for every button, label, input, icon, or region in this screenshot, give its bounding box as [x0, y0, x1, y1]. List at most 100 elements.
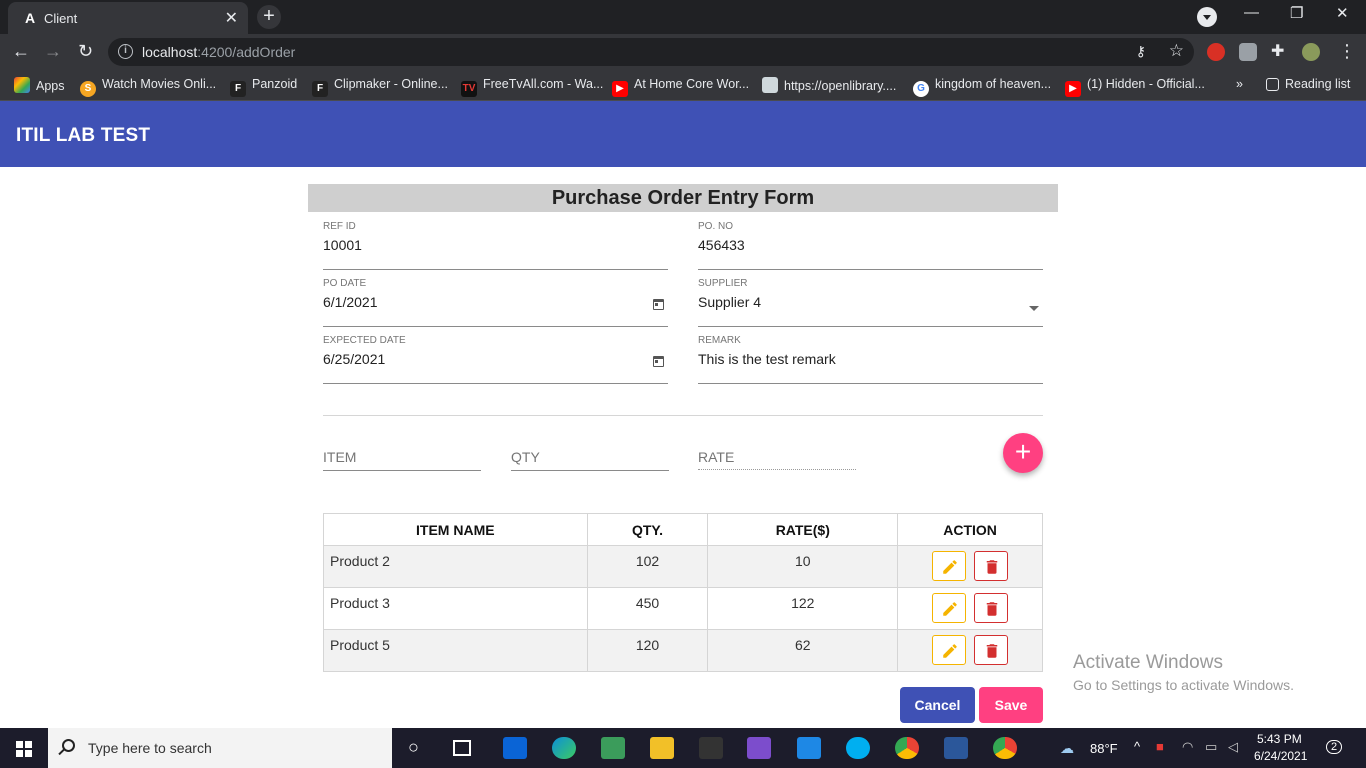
url-input[interactable]: i localhost:4200/addOrder ⚷ ☆	[108, 38, 1194, 66]
edit-button[interactable]	[932, 593, 967, 623]
bookmark-freetvall[interactable]: TV FreeTvAll.com - Wa...	[461, 77, 603, 97]
save-button[interactable]: Save	[979, 687, 1043, 723]
password-key-icon[interactable]: ⚷	[1136, 43, 1146, 60]
po-no-value[interactable]: 456433	[698, 237, 1043, 257]
weather-temperature[interactable]: 88°F	[1090, 741, 1118, 756]
close-tab-icon[interactable]: ✕	[225, 8, 238, 28]
notification-center-icon[interactable]: 2	[1326, 740, 1343, 754]
tray-app-icon[interactable]: ■	[1156, 739, 1164, 754]
supplier-value[interactable]: Supplier 4	[698, 294, 1043, 314]
profile-avatar[interactable]	[1302, 43, 1320, 61]
freetvall-icon: TV	[461, 81, 477, 97]
clock-time[interactable]: 5:43 PM	[1257, 732, 1302, 746]
windows-taskbar: Type here to search ○ ☁ 88°F ^ ■ ◠ ▭ ◁ 5…	[0, 728, 1366, 768]
visual-studio-icon[interactable]	[747, 737, 771, 759]
cortana-icon[interactable]: ○	[408, 737, 419, 758]
ref-id-value[interactable]: 10001	[323, 237, 668, 257]
minimize-icon[interactable]: —	[1244, 4, 1259, 21]
delete-button[interactable]	[974, 635, 1009, 665]
weather-icon[interactable]: ☁	[1060, 740, 1074, 757]
qty-input[interactable]: QTY	[511, 449, 669, 471]
bookmark-star-icon[interactable]: ☆	[1169, 41, 1184, 61]
bookmark-at-home-core[interactable]: ▶ At Home Core Wor...	[612, 77, 749, 97]
expected-date-field[interactable]: EXPECTED DATE 6/25/2021	[323, 335, 668, 384]
tab-title: Client	[44, 11, 78, 26]
delete-button[interactable]	[974, 593, 1009, 623]
mail-icon[interactable]	[503, 737, 527, 759]
bookmark-hidden-official[interactable]: ▶ (1) Hidden - Official...	[1065, 77, 1205, 97]
chrome-icon[interactable]	[993, 737, 1017, 759]
word-icon[interactable]	[944, 737, 968, 759]
po-date-value[interactable]: 6/1/2021	[323, 294, 668, 314]
file-explorer-icon[interactable]	[650, 737, 674, 759]
pencil-icon	[943, 602, 957, 616]
new-tab-button[interactable]: +	[257, 5, 281, 29]
ref-id-field[interactable]: REF ID 10001	[323, 221, 668, 270]
url-text: localhost:4200/addOrder	[142, 44, 295, 60]
cancel-button[interactable]: Cancel	[900, 687, 975, 723]
bookmark-label: Reading list	[1285, 77, 1351, 91]
edge-icon[interactable]	[552, 737, 576, 759]
remark-field[interactable]: REMARK This is the test remark	[698, 335, 1043, 384]
browser-tab[interactable]: A Client ✕	[8, 2, 248, 34]
app-toolbar: ITIL LAB TEST	[0, 101, 1366, 167]
store-icon[interactable]	[699, 737, 723, 759]
activate-windows-title: Activate Windows	[1073, 652, 1223, 673]
volume-icon[interactable]: ◁	[1228, 739, 1238, 755]
wifi-icon[interactable]: ◠	[1182, 739, 1193, 755]
battery-icon[interactable]: ▭	[1205, 739, 1217, 755]
vscode-icon[interactable]	[797, 737, 821, 759]
po-no-field[interactable]: PO. NO 456433	[698, 221, 1043, 270]
chrome-icon[interactable]	[895, 737, 919, 759]
expected-date-label: EXPECTED DATE	[323, 335, 406, 346]
back-icon[interactable]: ←	[12, 41, 30, 62]
form-heading: Purchase Order Entry Form	[308, 184, 1058, 212]
bookmark-clipmaker[interactable]: F Clipmaker - Online...	[312, 77, 448, 97]
bookmark-kingdom-of-heaven[interactable]: Gkingdom of heaven...	[913, 77, 1051, 97]
clock-date[interactable]: 6/24/2021	[1254, 749, 1307, 763]
remark-value[interactable]: This is the test remark	[698, 351, 1043, 371]
rate-input[interactable]: RATE	[698, 449, 856, 470]
trash-icon	[986, 644, 998, 658]
edit-button[interactable]	[932, 635, 967, 665]
qty-placeholder: QTY	[511, 449, 540, 465]
dropdown-arrow-icon[interactable]	[1029, 306, 1039, 311]
extension-icon[interactable]	[1239, 43, 1257, 61]
tab-search-icon[interactable]	[1197, 7, 1217, 27]
calendar-icon[interactable]	[653, 299, 664, 310]
bookmark-apps[interactable]: Apps	[14, 77, 65, 93]
site-info-icon[interactable]: i	[118, 44, 133, 59]
calendar-icon[interactable]	[653, 356, 664, 367]
edit-button[interactable]	[932, 551, 967, 581]
po-date-field[interactable]: PO DATE 6/1/2021	[323, 278, 668, 327]
delete-button[interactable]	[974, 551, 1009, 581]
field-underline	[323, 326, 668, 327]
chrome-menu-icon[interactable]: ⋮	[1338, 41, 1356, 62]
bookmark-openlibrary[interactable]: https://openlibrary....	[762, 77, 896, 93]
qty-cell: 102	[586, 545, 709, 588]
bookmark-panzoid[interactable]: F Panzoid	[230, 77, 297, 97]
field-underline	[698, 383, 1043, 384]
taskbar-search-input[interactable]: Type here to search	[48, 728, 392, 768]
add-item-button[interactable]: +	[1003, 433, 1043, 473]
windows-start-icon[interactable]	[16, 741, 32, 757]
more-bookmarks-icon[interactable]: »	[1236, 77, 1243, 91]
rate-cell: 62	[707, 629, 899, 672]
reading-list-button[interactable]: Reading list	[1266, 77, 1350, 91]
supplier-select[interactable]: SUPPLIER Supplier 4	[698, 278, 1043, 327]
snip-tool-icon[interactable]	[601, 737, 625, 759]
item-input[interactable]: ITEM	[323, 449, 481, 471]
task-view-icon[interactable]	[453, 740, 471, 756]
reload-icon[interactable]: ↻	[78, 41, 93, 62]
field-underline-disabled	[698, 469, 856, 470]
restore-icon[interactable]: ❐	[1290, 4, 1303, 22]
window-close-icon[interactable]: ✕	[1336, 4, 1349, 22]
forward-icon[interactable]: →	[44, 41, 62, 62]
bookmark-watch-movies[interactable]: S Watch Movies Onli...	[80, 77, 216, 97]
skype-icon[interactable]	[846, 737, 870, 759]
show-hidden-icons-chevron[interactable]: ^	[1134, 739, 1140, 754]
expected-date-value[interactable]: 6/25/2021	[323, 351, 668, 371]
adblock-extension-icon[interactable]	[1207, 43, 1225, 61]
openlibrary-icon	[762, 77, 778, 93]
extensions-puzzle-icon[interactable]: ✚	[1271, 41, 1284, 61]
